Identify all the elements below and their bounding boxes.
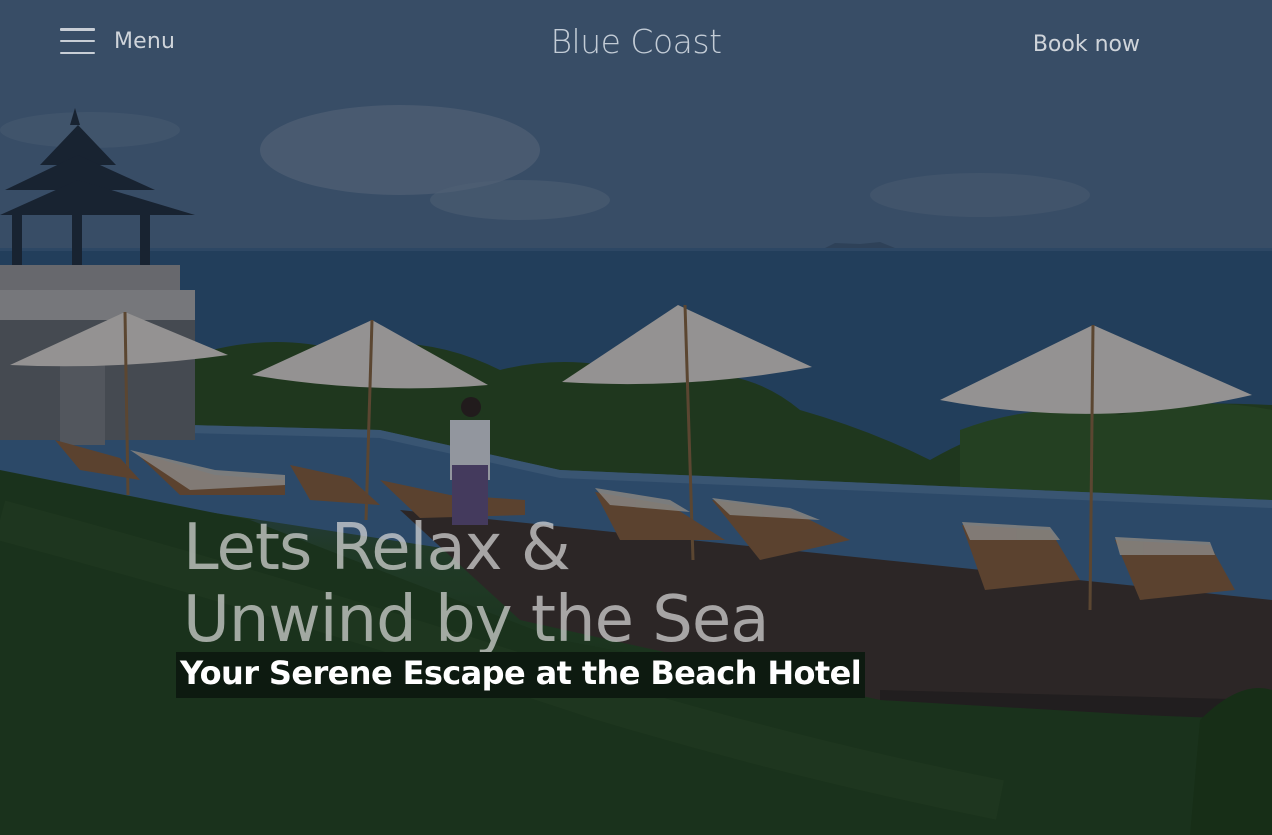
hero-headline-line1: Lets Relax & bbox=[183, 511, 571, 585]
site-header: Menu Blue Coast Book now bbox=[0, 0, 1272, 92]
hero-subheadline: Your Serene Escape at the Beach Hotel bbox=[176, 652, 866, 698]
hero-section: Menu Blue Coast Book now Lets Relax & Unw… bbox=[0, 0, 1272, 835]
hero-dark-overlay bbox=[0, 0, 1272, 835]
hero-headline: Lets Relax & Unwind by the Sea bbox=[183, 512, 769, 656]
book-now-link[interactable]: Book now bbox=[1033, 32, 1140, 57]
hero-headline-line2: Unwind by the Sea bbox=[183, 583, 769, 657]
